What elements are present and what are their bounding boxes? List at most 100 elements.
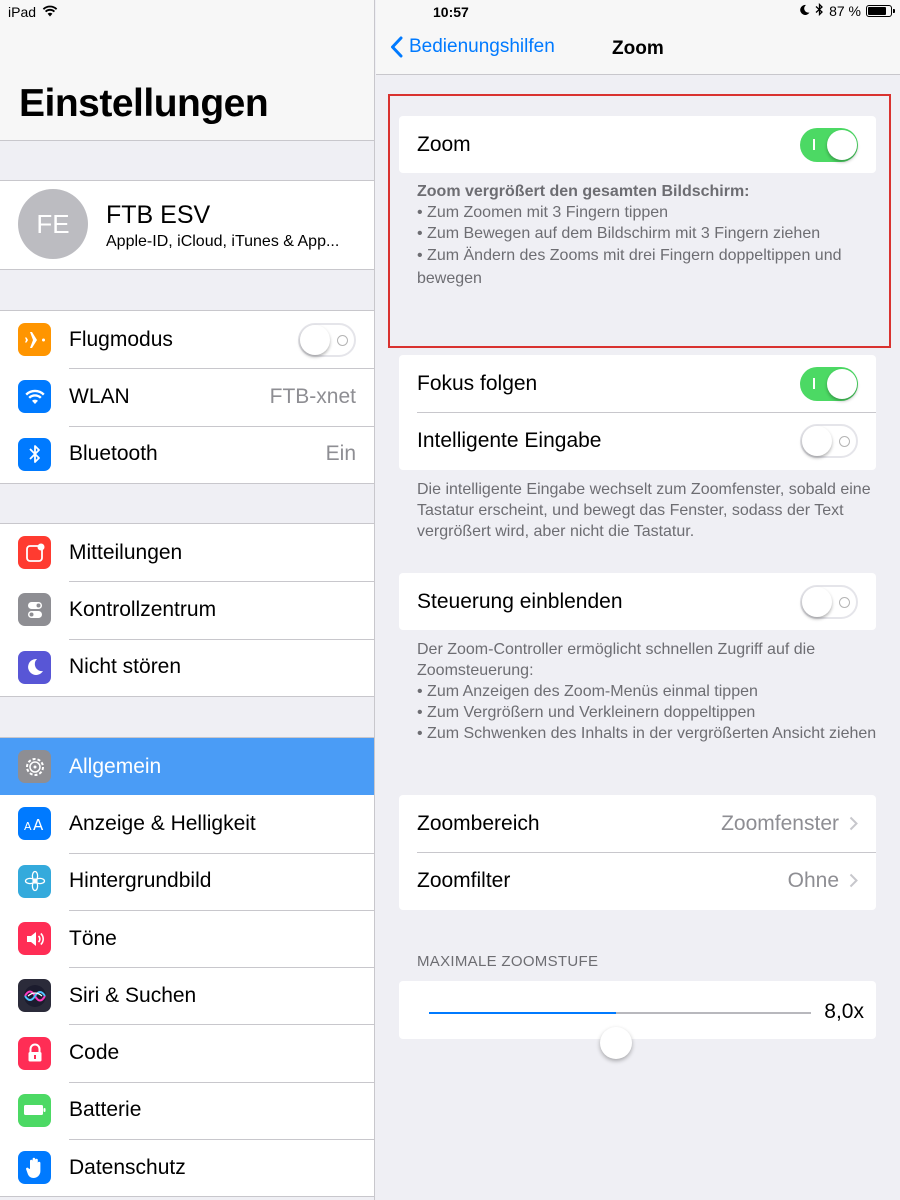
svg-text:A: A (33, 816, 44, 832)
sidebar-item-anzeige[interactable]: AA Anzeige & Helligkeit (0, 795, 374, 852)
profile-subtitle: Apple-ID, iCloud, iTunes & App... (106, 233, 340, 250)
lock-icon (18, 1036, 51, 1070)
smart-typing-toggle[interactable] (800, 423, 858, 458)
battery-icon (18, 1093, 51, 1127)
sidebar-item-label: Hintergrundbild (69, 869, 212, 893)
zoom-region-row[interactable]: Zoombereich Zoomfenster (399, 795, 876, 852)
status-bar: iPad 10:57 87 % (0, 0, 900, 24)
apple-id-profile[interactable]: FE FTB ESV Apple-ID, iCloud, iTunes & Ap… (0, 180, 374, 270)
zoom-detail-pane: Bedienungshilfen Zoom Zoom Zoom vergröße… (376, 0, 900, 1200)
sidebar-item-bluetooth[interactable]: Bluetooth Ein (0, 425, 374, 483)
max-zoom-card: 8,0x (399, 981, 876, 1059)
zoom-filter-value: Ohne (787, 868, 839, 892)
flower-icon (18, 864, 51, 898)
sidebar-item-hintergrundbild[interactable]: Hintergrundbild (0, 852, 374, 910)
avatar: FE (18, 189, 88, 259)
bluetooth-icon (18, 437, 51, 471)
sidebar-item-mitteilungen[interactable]: Mitteilungen (0, 524, 374, 581)
max-zoom-slider-track[interactable] (429, 1012, 811, 1059)
sidebar-item-allgemein[interactable]: Allgemein (0, 738, 374, 796)
smart-typing-footnote: Die intelligente Eingabe wechselt zum Zo… (417, 481, 871, 540)
sidebar-item-label: Nicht stören (69, 655, 182, 679)
sidebar-item-batterie[interactable]: Batterie (0, 1081, 374, 1139)
max-zoom-slider-knob[interactable] (600, 1027, 633, 1059)
sidebar-item-label: Kontrollzentrum (69, 597, 217, 621)
settings-sidebar: Einstellungen FE FTB ESV Apple-ID, iClou… (0, 0, 375, 1200)
sidebar-item-label: Batterie (69, 1098, 142, 1122)
controller-footnote-intro: Der Zoom-Controller ermöglicht schnellen… (417, 641, 816, 679)
notifications-group: Mitteilungen Kontrollzentrum Nicht störe… (0, 523, 374, 697)
bluetooth-status-icon (815, 2, 824, 19)
sidebar-item-label: Mitteilungen (69, 540, 183, 564)
chevron-right-icon (849, 868, 858, 894)
zoom-row[interactable]: Zoom (399, 116, 876, 173)
bluetooth-value: Ein (325, 442, 356, 466)
chevron-left-icon (391, 36, 403, 58)
hand-icon (18, 1151, 51, 1185)
zoom-label: Zoom (417, 132, 471, 156)
battery-icon (866, 5, 895, 17)
sidebar-item-kontrollzentrum[interactable]: Kontrollzentrum (0, 581, 374, 638)
show-controller-toggle[interactable] (800, 584, 858, 619)
svg-text:A: A (24, 820, 32, 832)
sidebar-item-label: Allgemein (69, 754, 162, 778)
zoom-card: Zoom (399, 116, 876, 174)
status-right: 87 % (799, 2, 895, 19)
show-controller-row[interactable]: Steuerung einblenden (399, 573, 876, 630)
device-label: iPad (8, 4, 37, 20)
wlan-value: FTB-xnet (269, 384, 356, 408)
zoom-filter-label: Zoomfilter (417, 868, 511, 892)
zoom-footnote-heading: Zoom vergrößert den gesamten Bildschirm: (417, 183, 750, 200)
smart-typing-row[interactable]: Intelligente Eingabe (399, 412, 876, 469)
controller-footnote-line: • Zum Schwenken des Inhalts in der vergr… (417, 725, 877, 742)
zoom-footnote-line: • Zum Bewegen auf dem Bildschirm mit 3 F… (417, 225, 821, 242)
moon-status-icon (799, 3, 810, 19)
sidebar-item-nicht-stoeren[interactable]: Nicht stören (0, 638, 374, 696)
sidebar-item-toene[interactable]: Töne (0, 909, 374, 967)
sidebar-item-datenschutz[interactable]: Datenschutz (0, 1139, 374, 1196)
status-left: iPad (8, 4, 58, 20)
gear-icon (18, 750, 51, 784)
general-group: Allgemein AA Anzeige & Helligkeit Hinter… (0, 737, 374, 1198)
controller-footnote-line: • Zum Anzeigen des Zoom-Menüs einmal tip… (417, 683, 758, 700)
smart-typing-label: Intelligente Eingabe (417, 428, 602, 452)
wifi-icon (18, 380, 51, 414)
zoom-filter-row[interactable]: Zoomfilter Ohne (399, 852, 876, 909)
zoom-footnote: Zoom vergrößert den gesamten Bildschirm:… (417, 181, 887, 290)
zoom-footnote-line: • Zum Ändern des Zooms mit drei Fingern … (417, 247, 842, 287)
siri-icon (18, 979, 51, 1013)
profile-name: FTB ESV (106, 201, 211, 229)
show-controller-label: Steuerung einblenden (417, 589, 623, 613)
sidebar-title: Einstellungen (19, 82, 269, 125)
zoom-toggle[interactable] (800, 127, 858, 162)
control-center-icon (18, 593, 51, 627)
sidebar-item-siri[interactable]: Siri & Suchen (0, 967, 374, 1024)
sidebar-item-wlan[interactable]: WLAN FTB-xnet (0, 368, 374, 425)
connectivity-group: Flugmodus WLAN FTB-xnet Bluetooth Ein (0, 310, 374, 484)
sidebar-item-label: Anzeige & Helligkeit (69, 811, 256, 835)
zoom-footnote-line: • Zum Zoomen mit 3 Fingern tippen (417, 204, 669, 221)
sidebar-item-label: Bluetooth (69, 442, 158, 466)
notifications-icon (18, 536, 51, 570)
page-title: Zoom (612, 38, 664, 59)
chevron-right-icon (849, 811, 858, 837)
sidebar-item-label: Siri & Suchen (69, 983, 197, 1007)
focus-follow-label: Fokus folgen (417, 371, 538, 395)
back-button[interactable]: Bedienungshilfen (390, 36, 555, 58)
back-button-label: Bedienungshilfen (409, 36, 555, 57)
airplane-icon (18, 323, 51, 357)
sidebar-item-label: WLAN (69, 384, 130, 408)
controller-footnote-line: • Zum Vergrößern und Verkleinern doppelt… (417, 704, 756, 721)
text-size-icon: AA (18, 807, 51, 841)
focus-follow-row[interactable]: Fokus folgen (399, 355, 876, 412)
sidebar-item-flugmodus[interactable]: Flugmodus (0, 311, 374, 368)
clock: 10:57 (433, 4, 469, 20)
sidebar-item-code[interactable]: Code (0, 1024, 374, 1081)
focus-follow-toggle[interactable] (800, 366, 858, 401)
airplane-mode-toggle[interactable] (298, 322, 356, 357)
max-zoom-slider-fill (429, 1012, 617, 1014)
sidebar-item-label: Datenschutz (69, 1155, 186, 1179)
battery-percent: 87 % (829, 3, 861, 19)
sidebar-item-label: Töne (69, 926, 117, 950)
zoom-region-value: Zoomfenster (721, 811, 839, 835)
